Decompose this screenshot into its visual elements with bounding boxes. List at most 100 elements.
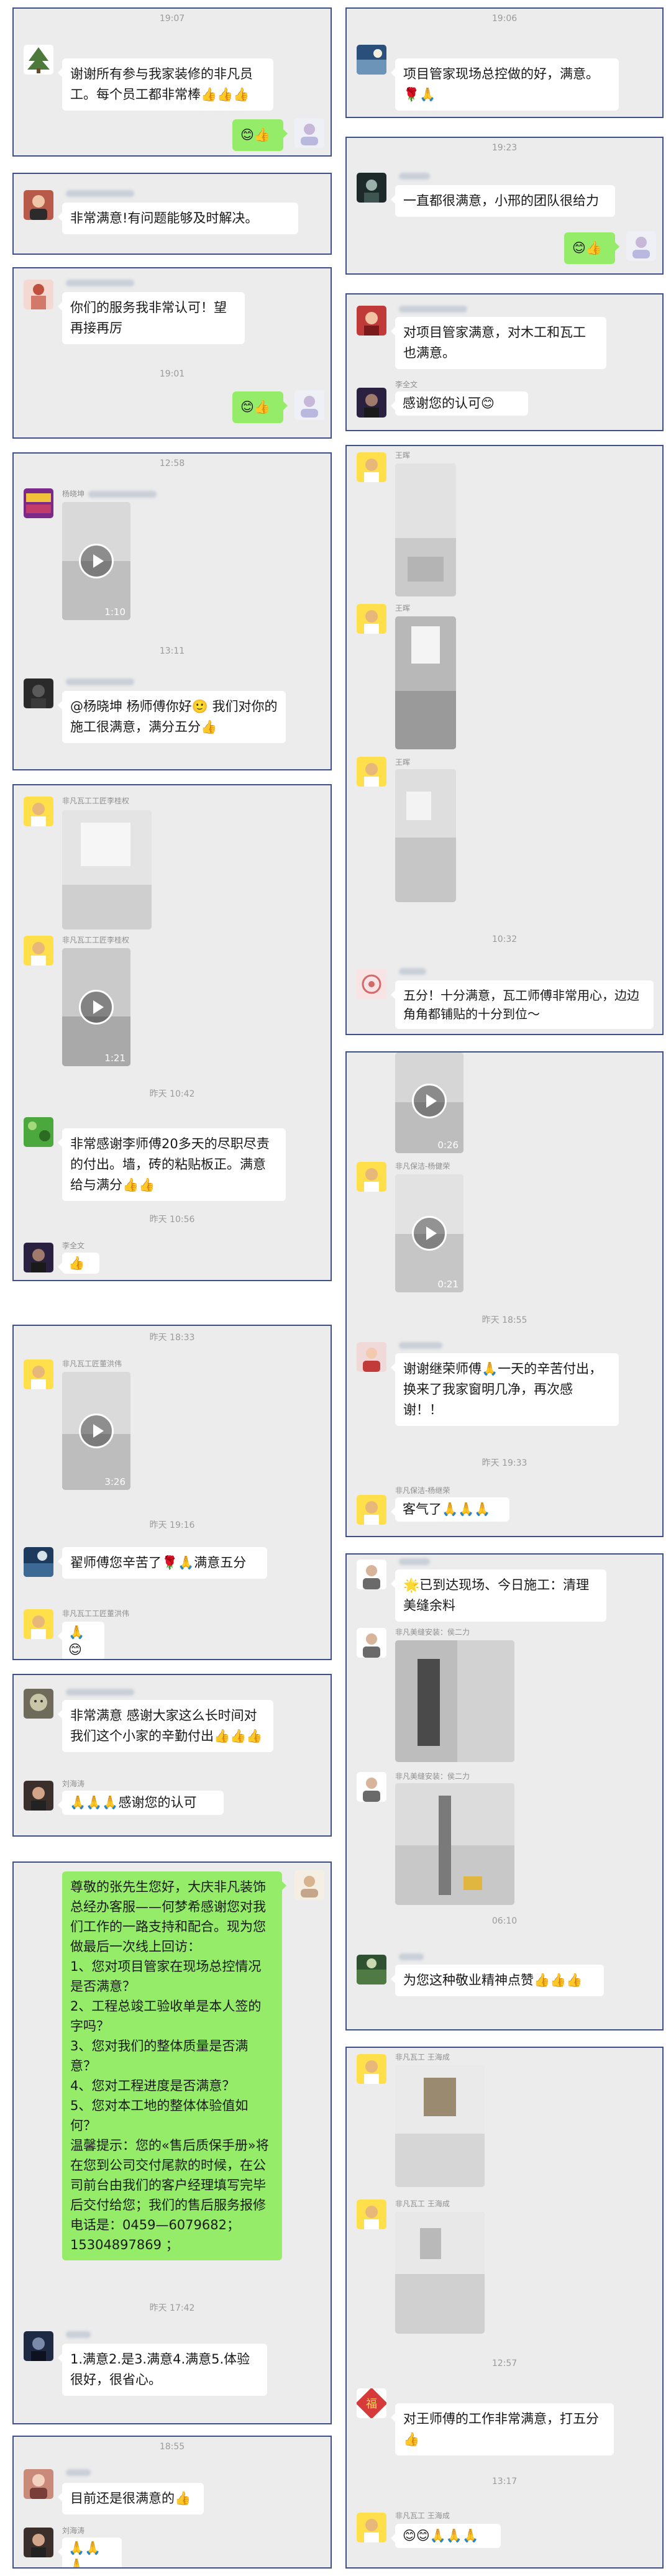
timestamp: 06:10 (491, 1916, 518, 1926)
avatar[interactable] (357, 1772, 386, 1802)
avatar[interactable] (357, 173, 386, 203)
avatar[interactable] (24, 190, 53, 220)
video-thumbnail[interactable]: 1:10 (62, 502, 130, 620)
play-icon[interactable] (412, 1084, 447, 1118)
play-icon[interactable] (79, 1414, 114, 1448)
avatar[interactable] (24, 2528, 53, 2557)
avatar[interactable] (357, 306, 386, 336)
sender-name (62, 2330, 91, 2339)
message-bubble[interactable]: 🙏😊 (58, 1622, 104, 1659)
message-bubble[interactable]: 谢谢所有参与我家装修的非凡员工。每个员工都非常棒👍👍👍 (58, 58, 273, 111)
avatar[interactable] (24, 2331, 53, 2361)
photo-thumbnail[interactable] (395, 2065, 485, 2187)
chat-card-r4: 王晖 王晖 王晖 10:32 五分！十分满意，瓦工师傅非常用心，边边角角都铺贴的… (345, 445, 664, 1035)
video-thumbnail[interactable]: 1:21 (62, 948, 130, 1066)
avatar[interactable] (24, 45, 53, 75)
my-message-bubble[interactable]: 😊👍 (232, 391, 288, 423)
my-avatar[interactable] (294, 390, 324, 420)
avatar[interactable] (24, 1359, 53, 1389)
chat-card-6: 昨天 18:33 非凡瓦工匠董洪伟 3:26 昨天 19:16 翟师傅您辛苦了🌹… (12, 1325, 332, 1660)
message-bubble[interactable]: 👍 (58, 1253, 99, 1274)
video-thumbnail[interactable]: 0:21 (395, 1174, 463, 1292)
svg-text:福: 福 (366, 2398, 377, 2411)
message-bubble[interactable]: 🌟已到达现场、今日施工：清理美缝余料 (391, 1569, 606, 1622)
avatar[interactable]: 福 (357, 2388, 386, 2418)
video-duration: 1:10 (104, 606, 126, 618)
my-avatar[interactable] (294, 1870, 324, 1900)
avatar[interactable] (24, 936, 53, 966)
message-bubble[interactable]: 你们的服务我非常认可！望再接再厉 (58, 292, 245, 344)
avatar[interactable] (357, 452, 386, 482)
play-icon[interactable] (79, 990, 114, 1025)
avatar[interactable] (24, 797, 53, 826)
message-bubble[interactable]: 项目管家现场总控做的好，满意。🌹🙏 (391, 58, 619, 111)
my-message-bubble[interactable]: 😊👍 (232, 119, 288, 151)
photo-thumbnail[interactable] (395, 464, 456, 596)
message-bubble[interactable]: 感谢您的认可😊 (391, 391, 528, 416)
message-bubble[interactable]: 一直都很满意，小邢的团队很给力 (391, 185, 615, 217)
avatar[interactable] (24, 678, 53, 708)
message-bubble[interactable]: 翟师傅您辛苦了🌹🙏满意五分 (58, 1547, 267, 1579)
avatar[interactable] (357, 2199, 386, 2229)
avatar[interactable] (357, 1162, 386, 1192)
message-bubble[interactable]: 为您这种敬业精神点赞👍👍👍 (391, 1965, 604, 1996)
avatar[interactable] (357, 604, 386, 634)
avatar[interactable] (24, 2469, 53, 2499)
timestamp: 昨天 19:16 (149, 1520, 195, 1530)
message-bubble[interactable]: 1.满意2.是3.满意4.满意5.体验很好，很省心。 (58, 2344, 267, 2396)
chat-card-r2: 19:23 一直都很满意，小邢的团队很给力 😊👍 (345, 137, 664, 275)
timestamp: 昨天 17:42 (149, 2303, 195, 2313)
message-bubble[interactable]: 非常感谢李师傅20多天的尽职尽责的付出。墙，砖的粘贴板正。满意给与满分👍👍 (58, 1128, 286, 1201)
play-icon[interactable] (412, 1216, 447, 1251)
my-avatar[interactable] (294, 118, 324, 148)
avatar[interactable] (24, 1781, 53, 1811)
photo-thumbnail[interactable] (395, 769, 456, 902)
photo-thumbnail[interactable] (395, 616, 456, 749)
message-bubble[interactable]: 🙏🙏🙏感谢您的认可 (58, 1791, 224, 1815)
avatar[interactable] (357, 1628, 386, 1658)
video-thumbnail[interactable]: 0:26 (395, 1053, 463, 1153)
message-bubble[interactable]: 目前还是很满意的👍 (58, 2483, 204, 2514)
message-bubble[interactable]: 😊😊🙏🙏🙏 (391, 2524, 501, 2548)
avatar[interactable] (357, 1495, 386, 1525)
avatar[interactable] (357, 2054, 386, 2084)
avatar[interactable] (357, 1560, 386, 1589)
avatar[interactable] (24, 1547, 53, 1577)
message-bubble[interactable]: 非常满意 感谢大家这么长时间对我们这个小家的辛勤付出👍👍👍 (58, 1700, 273, 1752)
my-message-bubble[interactable]: 尊敬的张先生您好，大庆非凡装饰总经办客服——何梦希感谢您对我们工作的一路支持和配… (62, 1871, 286, 2260)
play-icon[interactable] (79, 544, 114, 578)
message-bubble[interactable]: 非常满意!有问题能够及时解决。 (58, 203, 298, 234)
avatar[interactable] (357, 45, 386, 75)
avatar[interactable] (357, 757, 386, 787)
avatar[interactable] (24, 280, 53, 309)
message-bubble[interactable]: 客气了🙏🙏🙏 (391, 1497, 509, 1522)
avatar[interactable] (24, 1609, 53, 1639)
photo-thumbnail[interactable] (62, 810, 152, 929)
timestamp: 18:55 (159, 2442, 185, 2452)
my-avatar[interactable] (626, 231, 656, 261)
message-bubble[interactable]: @杨晓坤 杨师傅你好🙂 我们对你的施工很满意，满分五分👍 (58, 691, 286, 743)
message-bubble[interactable]: 🙏🙏🙏 (58, 2537, 122, 2567)
message-bubble[interactable]: 谢谢继荣师傅🙏一天的辛苦付出，换来了我家窗明几净，再次感谢！！ (391, 1353, 619, 1426)
sender-name (395, 1557, 430, 1566)
avatar[interactable] (357, 969, 386, 999)
avatar[interactable] (357, 1342, 386, 1372)
avatar[interactable] (24, 488, 53, 518)
avatar[interactable] (24, 1117, 53, 1147)
photo-thumbnail[interactable] (395, 1783, 514, 1905)
photo-thumbnail[interactable] (395, 2212, 485, 2334)
my-message-bubble[interactable]: 😊👍 (564, 232, 619, 264)
avatar[interactable] (24, 1243, 53, 1272)
avatar[interactable] (357, 1955, 386, 1985)
chat-card-3: 你们的服务我非常认可！望再接再厉 19:01 😊👍 (12, 267, 332, 439)
avatar[interactable] (357, 2513, 386, 2542)
photo-thumbnail[interactable] (395, 1640, 514, 1762)
message-bubble[interactable]: 对项目管家满意，对木工和瓦工也满意。 (391, 317, 606, 369)
message-bubble[interactable]: 五分！十分满意，瓦工师傅非常用心，边边角角都铺贴的十分到位～ (391, 980, 654, 1029)
avatar[interactable] (357, 388, 386, 418)
message-bubble[interactable]: 对王师傅的工作非常满意，打五分👍 (391, 2403, 614, 2455)
sender-name (62, 1688, 134, 1696)
sender-name (62, 278, 134, 287)
avatar[interactable] (24, 1689, 53, 1719)
video-thumbnail[interactable]: 3:26 (62, 1372, 130, 1490)
